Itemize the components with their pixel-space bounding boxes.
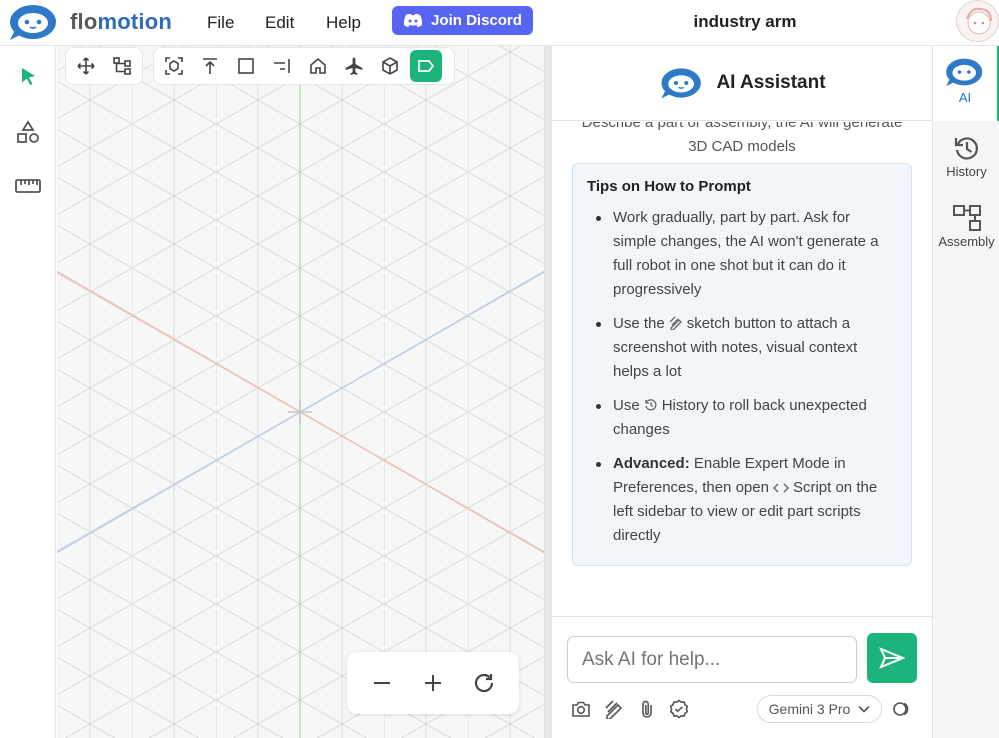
isometric-grid [57,46,544,738]
view-toolbar [153,47,455,85]
3d-viewport[interactable] [57,46,544,738]
mode-toggle[interactable] [892,699,912,719]
tab-history-label: History [946,164,987,179]
model-name: Gemini 3 Pro [768,701,851,717]
panel-resize-handle[interactable] [544,46,552,738]
ai-assistant-panel: AI Assistant Describe a part or assembly… [552,46,932,738]
send-icon [879,647,905,669]
zoom-controls [347,652,519,714]
send-button[interactable] [867,633,917,683]
reset-view-button[interactable] [469,668,499,698]
move-icon[interactable] [70,50,102,82]
sketch-icon [605,700,623,719]
square-icon[interactable] [230,50,262,82]
cube-icon[interactable] [374,50,406,82]
zoom-out-button[interactable] [367,668,397,698]
history-icon [645,399,657,411]
tab-assembly-label: Assembly [938,234,995,249]
verify-button[interactable] [669,699,689,719]
shapes-icon[interactable] [14,118,42,146]
select-arrow-icon[interactable] [14,62,42,90]
ruler-icon[interactable] [14,172,42,200]
airplane-icon[interactable] [338,50,370,82]
ask-ai-input[interactable] [567,636,857,683]
paperclip-icon [642,700,652,718]
assistant-logo-icon [661,68,702,99]
align-top-icon[interactable] [194,50,226,82]
chat-input-area: Gemini 3 Pro [552,616,932,738]
menu-edit[interactable]: Edit [265,13,294,33]
toggle-icon [893,702,909,716]
attach-button[interactable] [637,699,657,719]
tips-card: Tips on How to Prompt Work gradually, pa… [572,163,912,566]
model-selector[interactable]: Gemini 3 Pro [757,695,882,723]
chevron-down-icon [858,705,870,713]
tab-ai[interactable]: AI [933,46,999,121]
refresh-icon [474,673,493,693]
tab-history[interactable]: History [933,134,999,179]
flomotion-logo[interactable] [6,2,62,42]
right-rail: AI History Assembly [932,46,999,738]
tip-item: Use History to roll back unexpected chang… [596,394,897,442]
brand-name: flomotion [70,9,172,34]
badge-check-icon [669,699,689,719]
tip-item: Use the sketch button to attach a screens… [596,312,897,384]
tag-icon[interactable] [410,50,442,82]
hierarchy-icon[interactable] [106,50,138,82]
sketch-button[interactable] [604,699,624,719]
join-discord-button[interactable]: Join Discord [392,6,533,35]
tip-item: Work gradually, part by part. Ask for si… [596,206,897,302]
tip-item: Advanced: Enable Expert Mode in Preferen… [596,452,897,548]
left-sidebar [0,46,56,738]
panel-header: AI Assistant [552,46,932,121]
zoom-in-button[interactable] [418,668,448,698]
home-icon[interactable] [302,50,334,82]
code-icon [772,483,789,493]
chat-scroll-area[interactable]: Describe a part or assembly, the AI will… [552,122,932,616]
align-right-icon[interactable] [266,50,298,82]
transform-toolbar [65,47,143,85]
camera-icon [572,701,590,717]
tab-assembly[interactable]: Assembly [933,204,999,249]
tips-heading: Tips on How to Prompt [587,178,751,195]
top-bar: flomotion File Edit Help Join Discord in… [0,0,999,46]
ai-robot-icon [946,58,983,87]
frame-icon[interactable] [158,50,190,82]
tab-ai-label: AI [958,90,972,105]
panel-title: AI Assistant [716,72,826,93]
discord-label: Join Discord [431,12,522,29]
user-avatar[interactable] [956,0,999,42]
camera-button[interactable] [571,699,591,719]
discord-icon [403,13,423,27]
assembly-icon [952,205,981,231]
assistant-intro-text: Describe a part or assembly, the AI will… [581,122,903,155]
document-title[interactable]: industry arm [600,12,890,32]
menu-file[interactable]: File [207,13,234,33]
history-icon [954,137,978,160]
sketch-icon [669,316,682,330]
menu-help[interactable]: Help [326,13,361,33]
